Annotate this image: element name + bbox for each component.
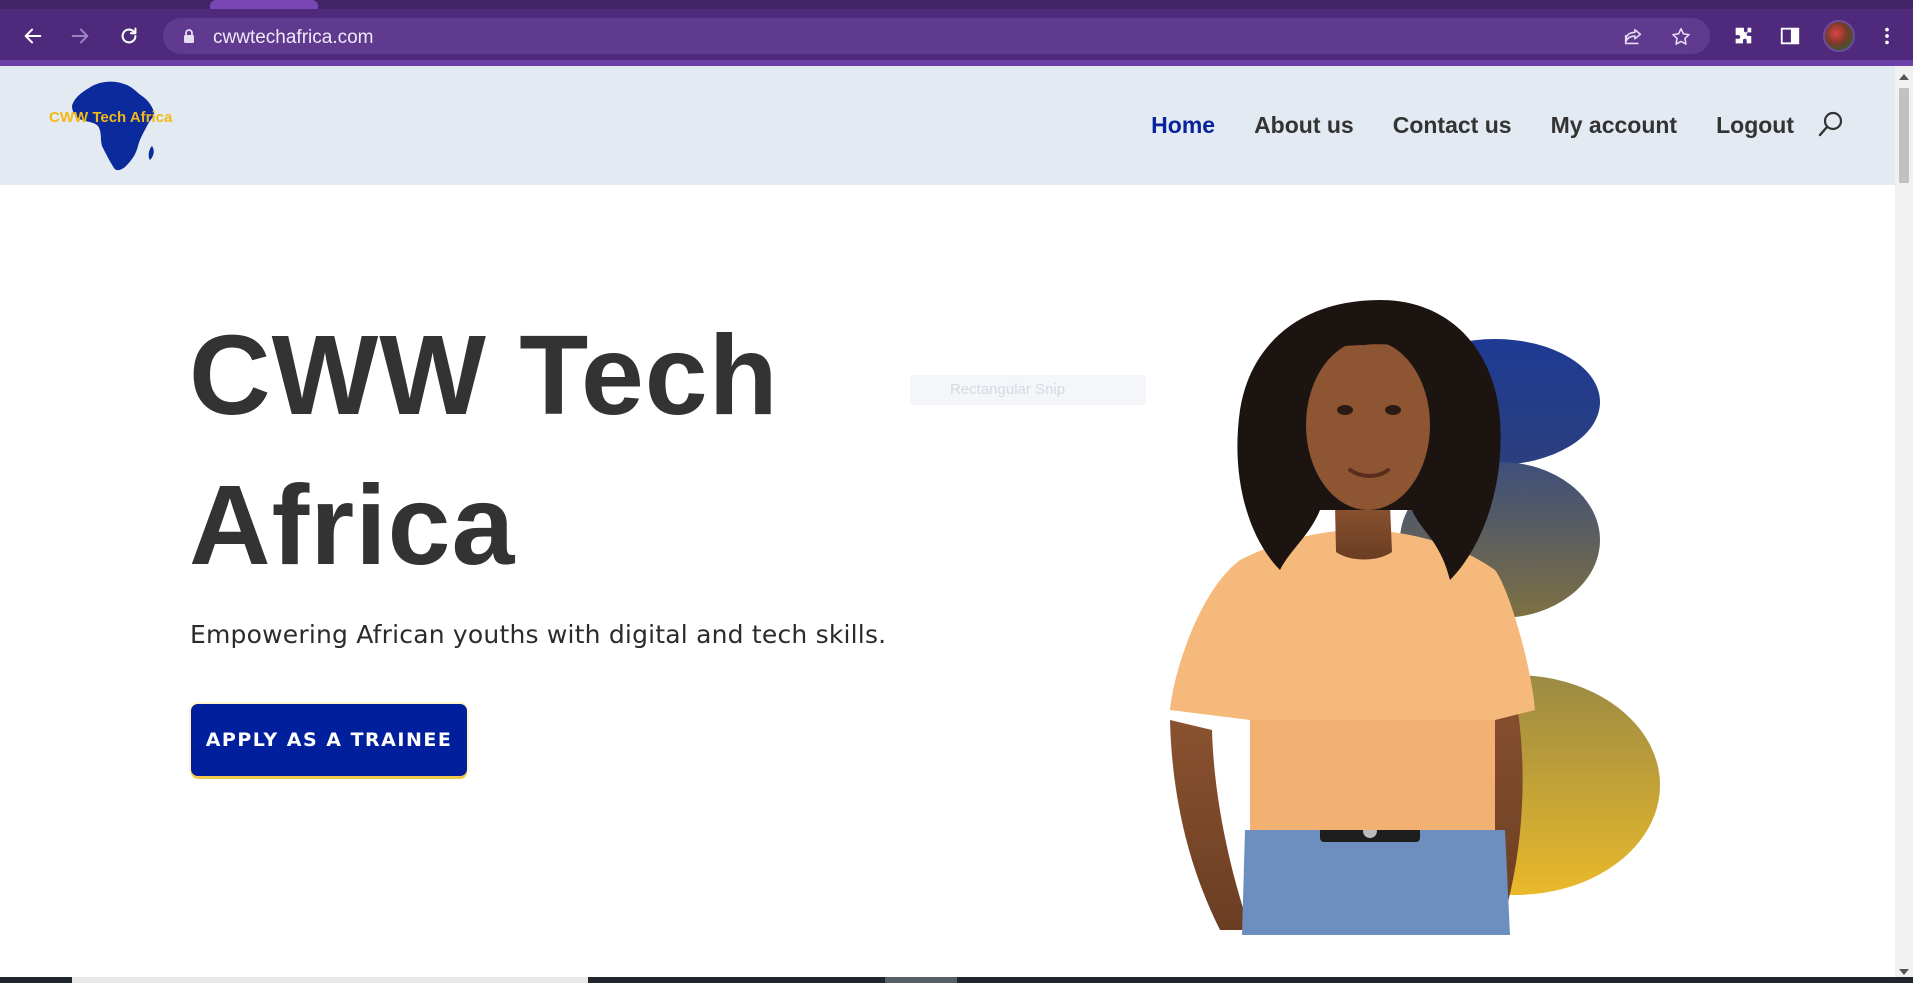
site-logo[interactable]: CWW Tech Africa: [44, 76, 174, 176]
nav-home[interactable]: Home: [1151, 112, 1215, 139]
logo-text: CWW Tech Africa: [49, 109, 173, 126]
side-panel-button[interactable]: [1774, 20, 1806, 52]
side-panel-icon: [1780, 27, 1800, 45]
menu-button[interactable]: [1871, 20, 1903, 52]
scroll-down-arrow-icon[interactable]: [1899, 969, 1909, 975]
taskbar-item[interactable]: [885, 977, 957, 983]
address-bar[interactable]: cwwtechafrica.com: [163, 18, 1710, 54]
active-tab[interactable]: [210, 0, 318, 9]
hero-image: [1170, 300, 1660, 935]
nav-my-account[interactable]: My account: [1551, 112, 1678, 139]
scroll-up-arrow-icon[interactable]: [1899, 74, 1909, 80]
search-icon[interactable]: [1817, 110, 1845, 138]
nav-about-us[interactable]: About us: [1254, 112, 1354, 139]
page-scrollbar[interactable]: [1895, 66, 1913, 983]
back-button[interactable]: [17, 20, 49, 52]
apply-as-trainee-button[interactable]: APPLY AS A TRAINEE: [191, 704, 467, 776]
avatar[interactable]: [1823, 20, 1855, 52]
kebab-menu-icon: [1885, 27, 1889, 45]
reload-icon: [121, 27, 137, 44]
snip-tooltip-text: Rectangular Snip: [950, 381, 1066, 398]
main-nav: Home About us Contact us My account Logo…: [1112, 112, 1794, 139]
hero-title-line2: Africa: [189, 462, 516, 588]
hero-subtitle: Empowering African youths with digital a…: [190, 620, 887, 649]
scroll-thumb[interactable]: [1899, 88, 1909, 183]
share-icon[interactable]: [1622, 26, 1644, 48]
snip-tooltip-ghost: Rectangular Snip: [910, 375, 1146, 405]
taskbar-item[interactable]: [72, 977, 588, 983]
hero-title: CWW Tech Africa: [189, 300, 949, 600]
lock-icon[interactable]: [181, 28, 197, 44]
forward-button[interactable]: [64, 20, 96, 52]
hero-title-line1: CWW Tech: [189, 312, 779, 438]
extensions-button[interactable]: [1727, 20, 1759, 52]
africa-map-icon: [72, 81, 155, 171]
forward-arrow-icon: [71, 28, 89, 44]
site-header: CWW Tech Africa Home About us Contact us…: [0, 66, 1895, 185]
star-icon[interactable]: [1670, 26, 1692, 48]
extensions-icon: [1735, 27, 1752, 44]
nav-logout[interactable]: Logout: [1716, 112, 1794, 139]
os-taskbar: [0, 977, 1913, 983]
back-arrow-icon: [24, 28, 42, 44]
browser-toolbar: cwwtechafrica.com: [0, 0, 1913, 66]
url-text[interactable]: cwwtechafrica.com: [213, 27, 374, 49]
nav-contact-us[interactable]: Contact us: [1393, 112, 1512, 139]
reload-button[interactable]: [113, 20, 145, 52]
